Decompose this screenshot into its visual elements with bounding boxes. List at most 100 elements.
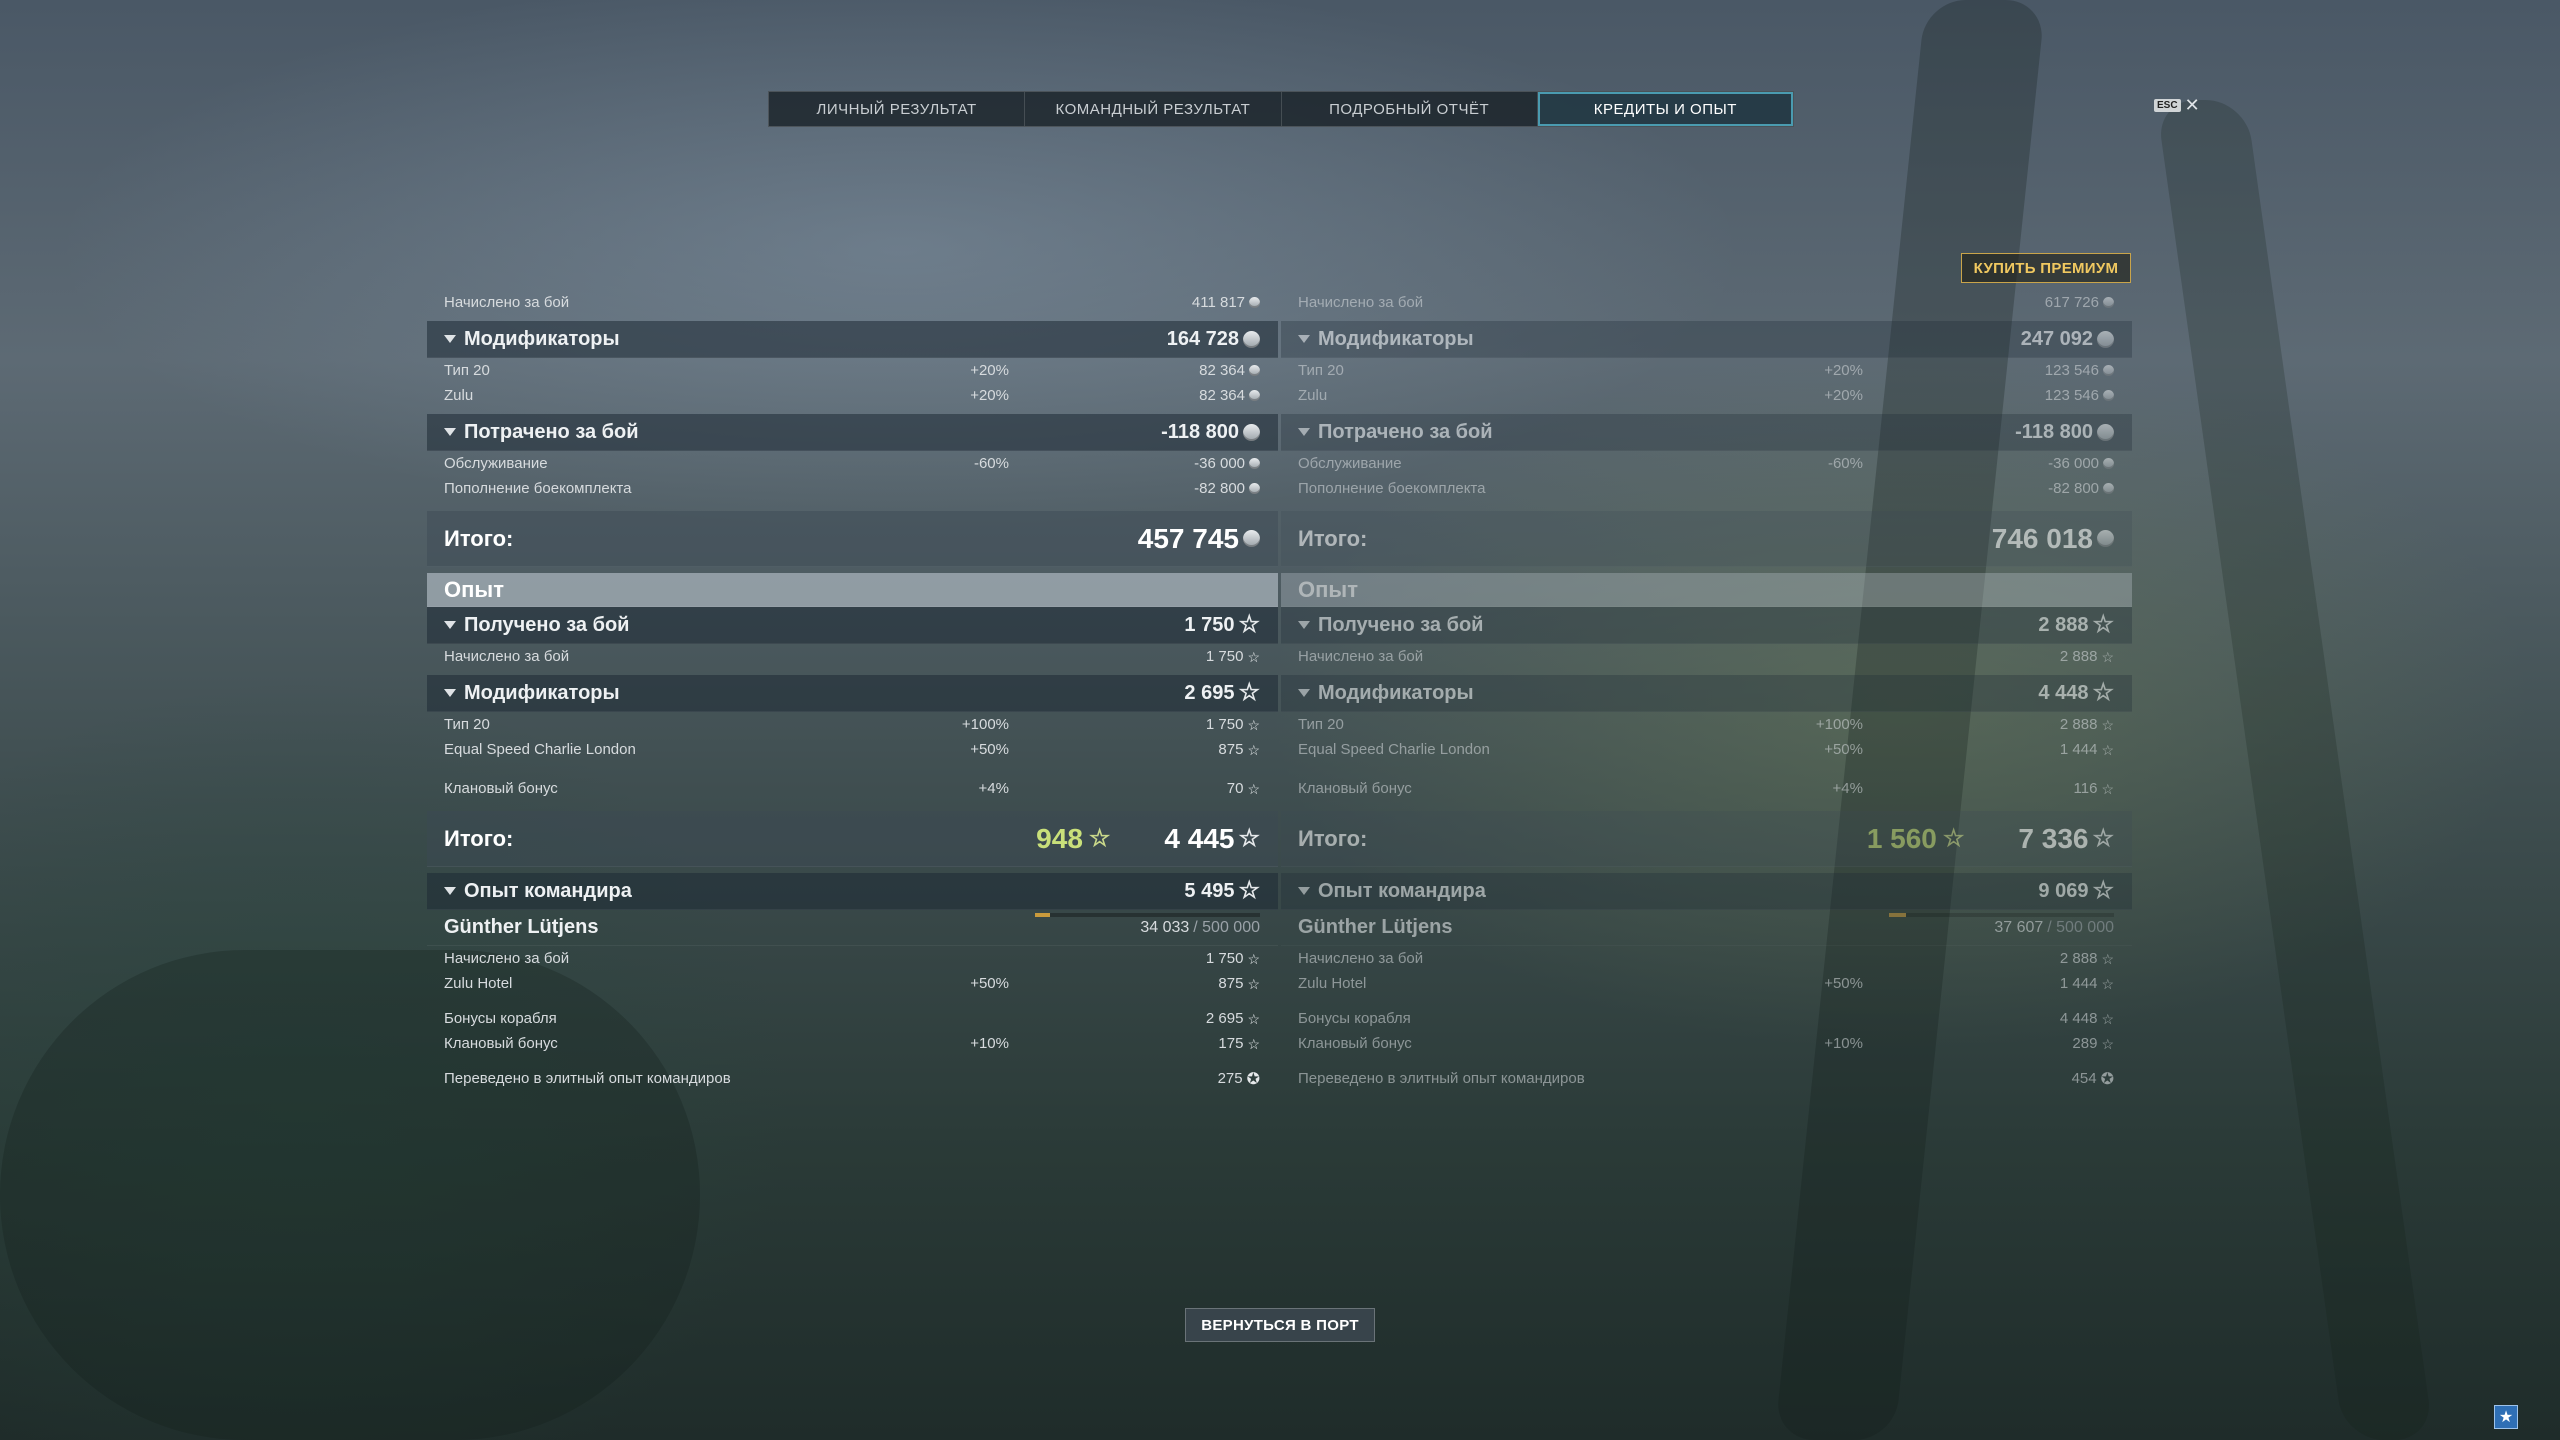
row-value: -36 000 xyxy=(1194,455,1260,472)
row-label: Потрачено за бой xyxy=(464,420,639,443)
row-label: Начислено за бой xyxy=(444,294,570,311)
value-text: 746 018 xyxy=(1991,522,2093,554)
collapse-triangle-icon[interactable] xyxy=(444,621,456,629)
value-text: 411 817 xyxy=(1191,294,1245,311)
credits-modifier-row: Zulu +20% 82 364 xyxy=(427,383,1278,408)
tab-personal-result[interactable]: ЛИЧНЫЙ РЕЗУЛЬТАТ xyxy=(769,92,1026,126)
value-text: -82 800 xyxy=(1194,480,1245,497)
row-value: 247 092 xyxy=(2021,328,2114,351)
xp-clan-bonus-row: Клановый бонус +4% 70 ☆ xyxy=(427,776,1278,801)
value-text: 82 364 xyxy=(1199,362,1245,379)
row-value: 4 448 ☆ xyxy=(2038,681,2114,705)
collapse-triangle-icon[interactable] xyxy=(444,887,456,895)
row-label: Начислено за бой xyxy=(444,648,570,665)
xp-modifier-row: Тип 20 +100% 1 750 ☆ xyxy=(427,712,1278,737)
credits-modifiers-header: Модификаторы 247 092 xyxy=(1281,321,2132,358)
xp-section-header: Опыт xyxy=(427,573,1278,607)
row-label: Итого: xyxy=(444,525,514,551)
row-value: 116 ☆ xyxy=(2074,780,2114,797)
row-percent: +100% xyxy=(1815,716,1863,733)
collapse-triangle-icon[interactable] xyxy=(1298,887,1310,895)
row-label: Итого: xyxy=(1298,825,1368,851)
row-value: -82 800 xyxy=(2048,480,2114,497)
xp-star-icon: ☆ xyxy=(2101,741,2114,758)
value-text: 1 750 xyxy=(1205,716,1244,733)
row-percent: +4% xyxy=(1832,780,1863,797)
tab-credits-and-xp[interactable]: КРЕДИТЫ И ОПЫТ xyxy=(1537,92,1793,126)
credits-icon xyxy=(1249,458,1260,469)
row-label: Итого: xyxy=(444,825,514,851)
commander-name: Günther Lütjens xyxy=(1298,916,1453,938)
credits-modifier-row: Тип 20 +20% 123 546 xyxy=(1281,358,2132,383)
tab-detailed-report[interactable]: ПОДРОБНЫЙ ОТЧЁТ xyxy=(1282,92,1538,126)
row-label: Опыт командира xyxy=(464,879,632,902)
value-text: 1 750 xyxy=(1205,648,1244,665)
row-value: 2 888 ☆ xyxy=(2060,716,2114,733)
row-value: 275 ✪ xyxy=(1218,1069,1260,1089)
row-value: -36 000 xyxy=(2048,455,2114,472)
row-value: 175 ☆ xyxy=(1218,1035,1260,1052)
xp-total-row: Итого: 948 ☆ 4 445 ☆ xyxy=(427,811,1278,867)
collapse-triangle-icon[interactable] xyxy=(1298,335,1310,343)
row-label: Бонусы корабля xyxy=(444,1010,557,1027)
buy-premium-button[interactable]: КУПИТЬ ПРЕМИУМ xyxy=(1961,253,2131,283)
credits-modifiers-header: Модификаторы 164 728 xyxy=(427,321,1278,358)
results-panel-premium-on: Начислено за бой 617 726 Модификаторы 247 0… xyxy=(1281,290,2132,1091)
collapse-triangle-icon[interactable] xyxy=(1298,621,1310,629)
row-label: Пополнение боекомплекта xyxy=(444,480,632,497)
star-badge-icon[interactable]: ★ xyxy=(2494,1405,2518,1429)
row-label: Начислено за бой xyxy=(1298,648,1424,665)
value-text: 617 726 xyxy=(2044,294,2099,311)
commander-xp-value: 37 607/ 500 000 xyxy=(1994,919,2114,937)
progress-fill xyxy=(1889,913,1906,917)
row-label: Получено за бой xyxy=(1318,613,1484,636)
collapse-triangle-icon[interactable] xyxy=(444,428,456,436)
xp-star-icon: ☆ xyxy=(2101,648,2114,665)
collapse-triangle-icon[interactable] xyxy=(1298,428,1310,436)
return-to-port-button[interactable]: ВЕРНУТЬСЯ В ПОРТ xyxy=(1185,1308,1375,1342)
credits-icon xyxy=(2097,530,2114,547)
elite-commander-xp-icon: ✪ xyxy=(2100,1070,2114,1088)
elite-commander-xp-icon: ✪ xyxy=(1246,1070,1260,1088)
credits-spent-row: Пополнение боекомплекта -82 800 xyxy=(427,476,1278,501)
commander-xp-progress-bar xyxy=(1035,913,1260,917)
row-label: Переведено в элитный опыт командиров xyxy=(1298,1070,1585,1087)
collapse-triangle-icon[interactable] xyxy=(444,689,456,697)
row-percent: +100% xyxy=(961,716,1009,733)
row-percent: +20% xyxy=(970,362,1009,379)
row-value: 82 364 xyxy=(1199,362,1260,379)
tab-team-result[interactable]: КОМАНДНЫЙ РЕЗУЛЬТАТ xyxy=(1025,92,1282,126)
xp-modifiers-header: Модификаторы 2 695 ☆ xyxy=(427,675,1278,712)
commander-row: Günther Lütjens 34 033/ 500 000 xyxy=(427,910,1278,946)
value-text: -36 000 xyxy=(1194,455,1245,472)
value-text: 5 495 xyxy=(1184,879,1235,902)
row-value: -118 800 xyxy=(1161,421,1260,444)
value-text: 9 069 xyxy=(2038,879,2089,902)
xp-star-icon: ☆ xyxy=(2092,877,2114,904)
commander-xp-row: Начислено за бой 2 888 ☆ xyxy=(1281,946,2132,971)
credits-icon xyxy=(2103,390,2114,401)
commander-row: Günther Lütjens 37 607/ 500 000 xyxy=(1281,910,2132,946)
credits-icon xyxy=(1243,530,1260,547)
row-label: Начислено за бой xyxy=(1298,950,1424,967)
row-value: 123 546 xyxy=(2045,362,2114,379)
xp-star-icon: ☆ xyxy=(1247,780,1260,797)
collapse-triangle-icon[interactable] xyxy=(1298,689,1310,697)
commander-xp-text: 37 607 xyxy=(1994,918,2044,936)
row-value: -118 800 xyxy=(2015,421,2114,444)
row-value: 1 750 ☆ xyxy=(1206,950,1260,967)
value-text: -118 800 xyxy=(2015,420,2093,443)
collapse-triangle-icon[interactable] xyxy=(444,335,456,343)
value-text: 164 728 xyxy=(1166,327,1239,350)
value-text: 1 444 xyxy=(2059,975,2098,992)
value-text: 123 546 xyxy=(2044,387,2099,404)
close-button[interactable]: ESC ✕ xyxy=(2154,95,2200,116)
row-value: 1 444 ☆ xyxy=(2060,975,2114,992)
value-text: 175 xyxy=(1218,1035,1244,1052)
commander-xp-row: Бонусы корабля 4 448 ☆ xyxy=(1281,1006,2132,1031)
row-label: Потрачено за бой xyxy=(1318,420,1493,443)
row-percent: +10% xyxy=(1824,1035,1863,1052)
commander-xp-row: Zulu Hotel +50% 1 444 ☆ xyxy=(1281,971,2132,996)
xp-received-header: Получено за бой 2 888 ☆ xyxy=(1281,607,2132,644)
row-percent: -60% xyxy=(1827,455,1863,472)
